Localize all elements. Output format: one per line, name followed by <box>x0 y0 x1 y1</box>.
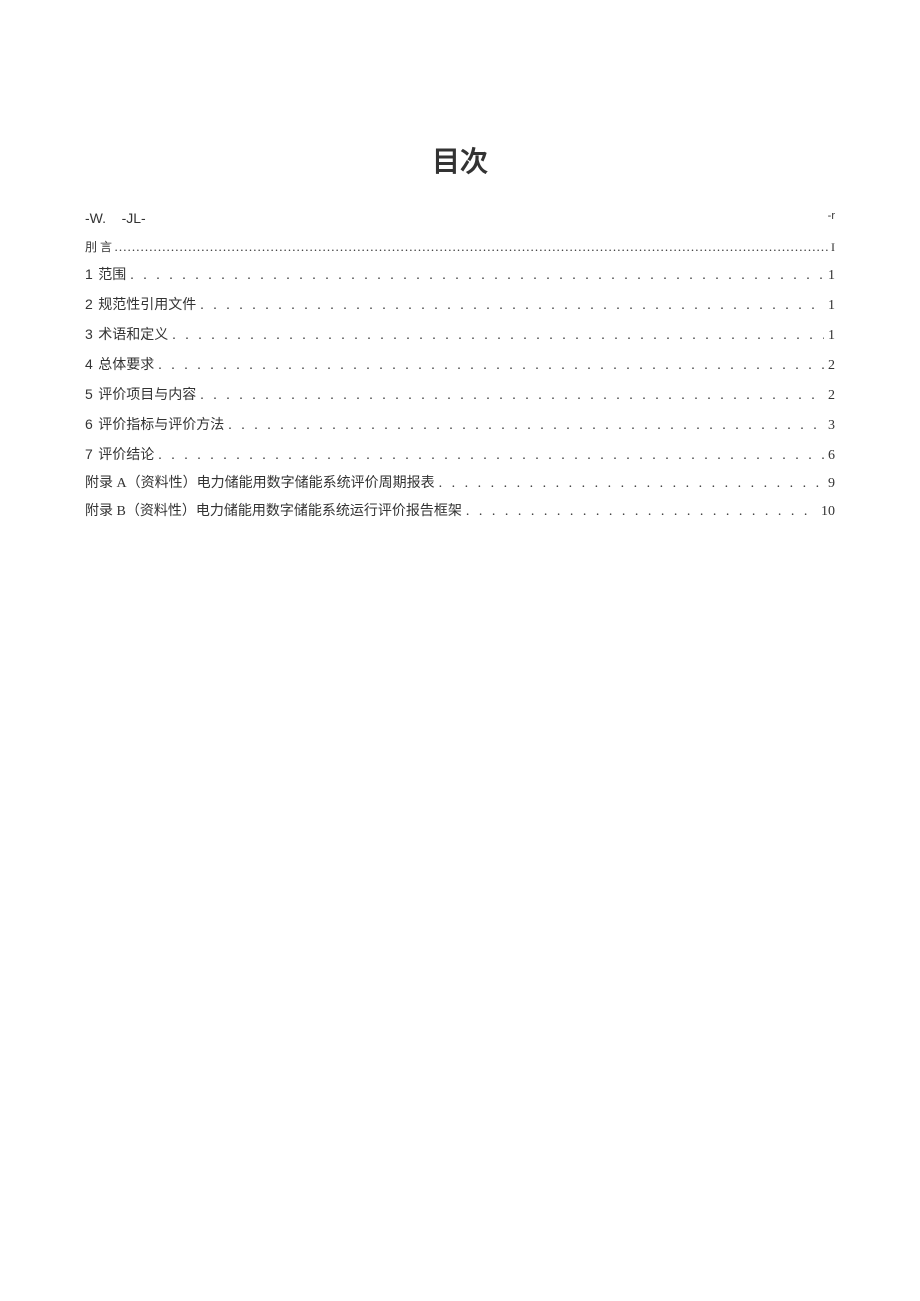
toc-header-row: -W. -JL- -r <box>85 210 835 226</box>
toc-header-left-2: -JL- <box>122 210 146 226</box>
toc-leader-dots <box>439 470 824 498</box>
page-title: 目次 <box>85 140 835 180</box>
toc-leader-dots <box>130 262 824 290</box>
toc-entry: 6 评价指标与评价方法 3 <box>85 410 835 440</box>
toc-entry-label: 刖 言 <box>85 235 112 259</box>
toc-entry-label: 4 总体要求 <box>85 350 154 380</box>
toc-entry-label: 7 评价结论 <box>85 440 154 470</box>
toc-entry: 7 评价结论 6 <box>85 440 835 470</box>
toc-entry: 2 规范性引用文件 1 <box>85 290 835 320</box>
toc-entry-page: I <box>831 235 835 259</box>
toc-leader-dots <box>200 382 824 410</box>
toc-leader-dots <box>228 412 824 440</box>
document-page: 目次 -W. -JL- -r 刖 言I1 范围12 规范性引用文件13 术语和定… <box>0 0 920 586</box>
toc-leader-dots <box>200 292 824 320</box>
toc-leader-dots <box>158 352 824 380</box>
toc-entry-page: 1 <box>828 292 835 320</box>
toc-entry-page: 2 <box>828 352 835 380</box>
toc-entry-page: 9 <box>828 470 835 498</box>
toc-entry-label: 6 评价指标与评价方法 <box>85 410 224 440</box>
toc-entry-label: 附录 B（资料性）电力储能用数字储能系统运行评价报告框架 <box>85 498 462 526</box>
toc-entry-page: 10 <box>821 498 835 526</box>
toc-leader-dots <box>466 498 817 526</box>
toc-leader-dots <box>114 234 829 260</box>
toc-entry: 刖 言I <box>85 234 835 260</box>
toc-entry-page: 1 <box>828 262 835 290</box>
toc-header-left-1: -W. <box>85 210 106 226</box>
toc-leader-dots <box>172 322 824 350</box>
toc-header-right: -r <box>828 210 835 226</box>
toc-entry: 5 评价项目与内容 2 <box>85 380 835 410</box>
toc-entry: 1 范围 1 <box>85 260 835 290</box>
toc-entry-label: 5 评价项目与内容 <box>85 380 196 410</box>
toc-entry-page: 6 <box>828 442 835 470</box>
toc-entry-label: 1 范围 <box>85 260 126 290</box>
toc-entry-label: 附录 A（资料性）电力储能用数字储能系统评价周期报表 <box>85 470 435 498</box>
toc-entry: 附录 B（资料性）电力储能用数字储能系统运行评价报告框架 10 <box>85 498 835 526</box>
toc-entry: 3 术语和定义 1 <box>85 320 835 350</box>
toc-entry: 4 总体要求 2 <box>85 350 835 380</box>
toc-header-left: -W. -JL- <box>85 210 146 226</box>
toc-entry-page: 3 <box>828 412 835 440</box>
toc-entry-label: 2 规范性引用文件 <box>85 290 196 320</box>
toc-entry-label: 3 术语和定义 <box>85 320 168 350</box>
toc-entry: 附录 A（资料性）电力储能用数字储能系统评价周期报表 9 <box>85 470 835 498</box>
toc-leader-dots <box>158 442 824 470</box>
toc-entry-page: 1 <box>828 322 835 350</box>
table-of-contents: 刖 言I1 范围12 规范性引用文件13 术语和定义14 总体要求25 评价项目… <box>85 234 835 526</box>
toc-entry-page: 2 <box>828 382 835 410</box>
